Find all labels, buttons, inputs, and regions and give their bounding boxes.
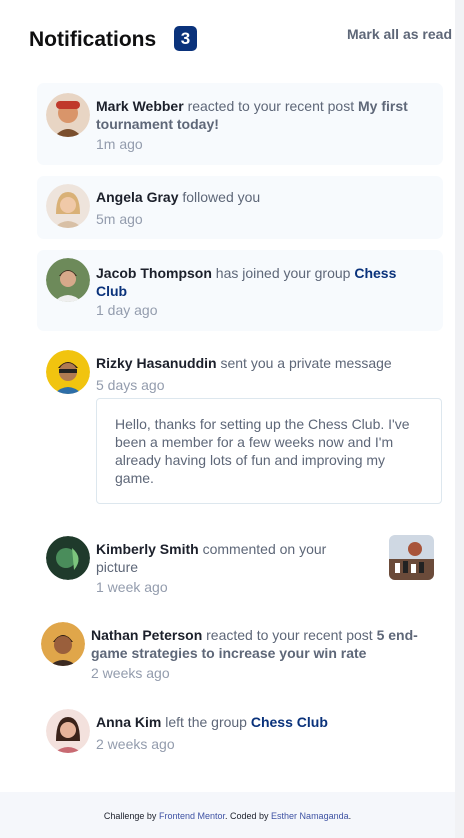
- timestamp: 1m ago: [96, 136, 143, 152]
- timestamp: 1 week ago: [96, 579, 168, 595]
- avatar[interactable]: [46, 709, 90, 753]
- action-text: has joined your group: [215, 265, 351, 281]
- author-link[interactable]: Esther Namaganda: [271, 811, 349, 821]
- action-text: left the group: [165, 714, 247, 730]
- group-link[interactable]: Chess Club: [251, 714, 328, 730]
- user-name[interactable]: Rizky Hasanuddin: [96, 355, 217, 371]
- timestamp: 1 day ago: [96, 302, 158, 318]
- timestamp: 2 weeks ago: [91, 665, 170, 681]
- unread-count-badge: 3: [174, 26, 197, 51]
- avatar[interactable]: [46, 93, 90, 137]
- user-name[interactable]: Nathan Peterson: [91, 627, 202, 643]
- user-name[interactable]: Anna Kim: [96, 714, 161, 730]
- user-name[interactable]: Jacob Thompson: [96, 265, 212, 281]
- private-message[interactable]: Hello, thanks for setting up the Chess C…: [96, 398, 442, 504]
- commented-picture-thumbnail[interactable]: [389, 535, 434, 580]
- action-text: sent you a private message: [220, 355, 392, 371]
- header: Notifications 3 Mark all as read: [29, 26, 452, 56]
- frontend-mentor-link[interactable]: Frontend Mentor: [159, 811, 225, 821]
- action-text: reacted to your recent post: [206, 627, 373, 643]
- notification-item[interactable]: Rizky Hasanuddin sent you a private mess…: [37, 348, 443, 506]
- attribution-footer: Challenge by Frontend Mentor. Coded by E…: [0, 792, 455, 838]
- user-name[interactable]: Angela Gray: [96, 189, 178, 205]
- footer-mid: . Coded by: [225, 811, 269, 821]
- user-name[interactable]: Kimberly Smith: [96, 541, 199, 557]
- notification-item[interactable]: Anna Kim left the group Chess Club 2 wee…: [37, 707, 443, 767]
- timestamp: 2 weeks ago: [96, 736, 175, 752]
- footer-suffix: .: [348, 811, 352, 821]
- notification-item[interactable]: Jacob Thompson has joined your group Che…: [37, 250, 443, 331]
- action-text: followed you: [182, 189, 261, 205]
- notification-item[interactable]: Nathan Peterson reacted to your recent p…: [37, 620, 443, 686]
- page-edge: [455, 0, 464, 838]
- mark-all-read-button[interactable]: Mark all as read: [347, 26, 452, 42]
- notification-item[interactable]: Angela Gray followed you 5m ago: [37, 176, 443, 239]
- avatar[interactable]: [46, 184, 90, 228]
- avatar[interactable]: [46, 258, 90, 302]
- avatar[interactable]: [46, 536, 90, 580]
- notification-item[interactable]: Mark Webber reacted to your recent post …: [37, 83, 443, 165]
- page-title: Notifications: [29, 28, 157, 51]
- notifications-card: Notifications 3 Mark all as read Mark We…: [0, 0, 455, 838]
- avatar[interactable]: [41, 622, 85, 666]
- timestamp: 5 days ago: [96, 377, 165, 393]
- notification-item[interactable]: Kimberly Smith commented on your picture…: [37, 535, 443, 601]
- footer-prefix: Challenge by: [103, 811, 157, 821]
- avatar[interactable]: [46, 350, 90, 394]
- user-name[interactable]: Mark Webber: [96, 98, 184, 114]
- timestamp: 5m ago: [96, 211, 143, 227]
- action-text: reacted to your recent post: [187, 98, 355, 114]
